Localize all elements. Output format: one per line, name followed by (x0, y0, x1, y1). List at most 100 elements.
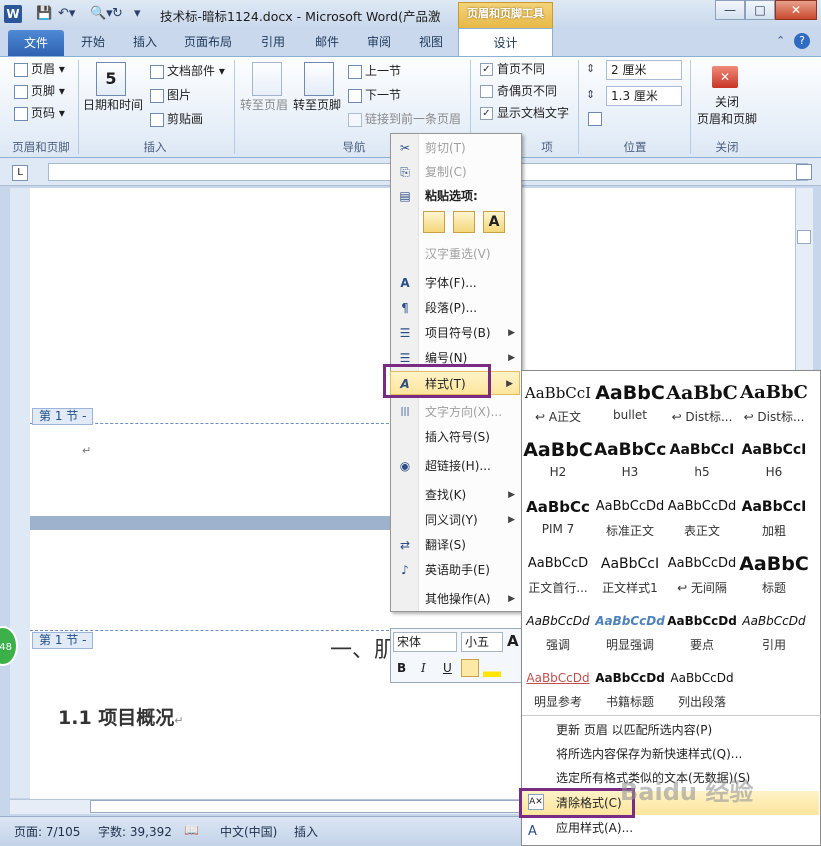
style-item[interactable]: AaBbC ↩ Dist标... (666, 378, 738, 435)
footer-button[interactable]: 页脚 ▾ (14, 82, 65, 100)
menu-item-font[interactable]: A 字体(F)... (391, 271, 521, 295)
header-position-input[interactable]: 2 厘米 (606, 60, 682, 80)
style-item[interactable]: AaBbCcDd 表正文 (666, 492, 738, 549)
menu-item-translate[interactable]: ⇄ 翻译(S) (391, 533, 521, 557)
update-style-command[interactable]: 更新 页眉 以匹配所选内容(P) (522, 718, 820, 742)
vertical-scroll-thumb[interactable] (797, 230, 811, 244)
menu-item-paragraph[interactable]: ¶ 段落(P)... (391, 296, 521, 320)
style-item[interactable]: AaBbC ↩ Dist标... (738, 378, 810, 435)
insert-alignment-tab-icon[interactable] (588, 112, 602, 126)
style-item[interactable]: AaBbC 标题 (738, 549, 810, 606)
style-item[interactable]: AaBbC H2 (522, 435, 594, 492)
style-item[interactable]: AaBbCcDd 引用 (738, 606, 810, 663)
menu-item-english-assistant[interactable]: ♪ 英语助手(E) (391, 558, 521, 582)
style-item[interactable]: AaBbCc H3 (594, 435, 666, 492)
horizontal-scroll-thumb[interactable] (90, 800, 530, 813)
maximize-button[interactable]: □ (745, 0, 775, 20)
tab-insert[interactable]: 插入 (122, 28, 168, 56)
style-item[interactable]: AaBbCcI h5 (666, 435, 738, 492)
paste-merge-format-icon[interactable] (453, 211, 475, 233)
font-name-dropdown[interactable]: 宋体 (393, 632, 457, 652)
footer-position-input[interactable]: 1.3 厘米 (606, 86, 682, 106)
apply-styles-command[interactable]: A 应用样式(A)... (522, 816, 820, 840)
style-item[interactable]: AaBbCcI 正文样式1 (594, 549, 666, 606)
style-item[interactable]: AaBbCcD 正文首行... (522, 549, 594, 606)
style-item[interactable]: AaBbCcDd 书籍标题 (594, 663, 666, 720)
menu-item-bullets[interactable]: ☰ 项目符号(B) ▶ (391, 321, 521, 345)
underline-button[interactable]: U (443, 661, 452, 675)
tab-design[interactable]: 设计 (458, 28, 553, 56)
tab-file[interactable]: 文件 (8, 30, 64, 56)
word-count[interactable]: 字数: 39,392 (98, 823, 172, 840)
close-button[interactable]: ✕ (775, 0, 817, 20)
style-item[interactable]: AaBbCc PIM 7 (522, 492, 594, 549)
view-ruler-icon[interactable] (796, 164, 812, 180)
style-item[interactable]: AaBbCcDd 强调 (522, 606, 594, 663)
tab-page-layout[interactable]: 页面布局 (176, 28, 240, 56)
menu-item-insert-symbol[interactable]: 插入符号(S) (391, 425, 521, 449)
close-header-footer-button[interactable]: 关闭 页眉和页脚 (696, 94, 758, 128)
font-size-dropdown[interactable]: 小五 (461, 632, 503, 652)
menu-item-other-actions[interactable]: 其他操作(A) ▶ (391, 587, 521, 611)
different-odd-even-checkbox[interactable]: 奇偶页不同 (480, 82, 557, 100)
menu-item-reconvert[interactable]: 汉字重选(V) (391, 242, 521, 266)
quick-parts-button[interactable]: 文档部件 ▾ (150, 62, 225, 80)
goto-header-button[interactable]: 转至页眉 (240, 96, 288, 114)
previous-section-button[interactable]: 上一节 (348, 62, 401, 80)
style-item[interactable]: AaBbCcDd 明显强调 (594, 606, 666, 663)
header-button[interactable]: 页眉 ▾ (14, 60, 65, 78)
highlight-color-icon[interactable] (483, 659, 501, 677)
italic-button[interactable]: I (421, 661, 426, 675)
style-item[interactable]: AaBbCcDd 要点 (666, 606, 738, 663)
style-item[interactable]: AaBbC bullet (594, 378, 666, 435)
help-icon[interactable]: ? (794, 33, 810, 49)
menu-item-hyperlink[interactable]: ◉ 超链接(H)... (391, 454, 521, 478)
undo-icon[interactable]: ↶▾ (58, 5, 75, 23)
tab-selector[interactable]: L (12, 165, 28, 181)
insert-mode-indicator[interactable]: 插入 (294, 823, 318, 840)
style-item[interactable]: AaBbCcDd 明显参考 (522, 663, 594, 720)
tab-references[interactable]: 引用 (250, 28, 296, 56)
page-number-button[interactable]: 页码 ▾ (14, 104, 65, 122)
spell-check-icon[interactable]: 📖 (184, 823, 199, 837)
different-first-page-checkbox[interactable]: ✓ 首页不同 (480, 60, 545, 78)
menu-item-find[interactable]: 查找(K) ▶ (391, 483, 521, 507)
menu-item-synonyms[interactable]: 同义词(Y) ▶ (391, 508, 521, 532)
redo-icon[interactable]: ↻ (112, 5, 123, 23)
date-time-button[interactable]: 日期和时间 (83, 96, 143, 114)
next-section-button[interactable]: 下一节 (348, 86, 401, 104)
vertical-ruler[interactable] (10, 188, 30, 798)
language-indicator[interactable]: 中文(中国) (220, 823, 277, 840)
show-document-text-checkbox[interactable]: ✓ 显示文档文字 (480, 104, 569, 122)
paste-keep-format-icon[interactable] (423, 211, 445, 233)
style-item[interactable]: AaBbCcDd ↩ 无间隔 (666, 549, 738, 606)
word-app-icon[interactable]: W (4, 5, 22, 23)
page-count[interactable]: 页面: 7/105 (14, 823, 80, 840)
save-icon[interactable]: 💾 (36, 5, 52, 23)
link-to-previous-button[interactable]: 链接到前一条页眉 (348, 110, 461, 128)
print-preview-icon[interactable]: 🔍▾ (90, 5, 113, 23)
style-item[interactable]: AaBbCcI H6 (738, 435, 810, 492)
goto-footer-button[interactable]: 转至页脚 (293, 96, 341, 114)
center-align-icon[interactable] (461, 659, 479, 677)
bold-button[interactable]: B (397, 661, 406, 675)
tab-mailings[interactable]: 邮件 (304, 28, 350, 56)
tab-view[interactable]: 视图 (408, 28, 454, 56)
paste-text-only-icon[interactable]: A (483, 211, 505, 233)
clip-art-button[interactable]: 剪贴画 (150, 110, 203, 128)
tab-review[interactable]: 审阅 (356, 28, 402, 56)
style-item[interactable]: AaBbCcI ↩ A正文 (522, 378, 594, 435)
menu-item-cut[interactable]: ✂ 剪切(T) (391, 136, 521, 160)
style-item[interactable]: AaBbCcDd 列出段落 (666, 663, 738, 720)
save-quick-style-command[interactable]: 将所选内容保存为新快速样式(Q)... (522, 742, 820, 766)
picture-button[interactable]: 图片 (150, 86, 191, 104)
grow-font-button[interactable]: A (507, 632, 519, 650)
minimize-button[interactable]: — (715, 0, 745, 20)
minimize-ribbon-icon[interactable]: ⌃ (776, 34, 785, 47)
menu-item-copy[interactable]: ⎘ 复制(C) (391, 160, 521, 184)
customize-qat-icon[interactable]: ▾ (134, 5, 141, 23)
style-item[interactable]: AaBbCcDd 标准正文 (594, 492, 666, 549)
style-item[interactable]: AaBbCcI 加粗 (738, 492, 810, 549)
menu-item-text-direction[interactable]: ||| 文字方向(X)... (391, 400, 521, 424)
tab-home[interactable]: 开始 (70, 28, 116, 56)
